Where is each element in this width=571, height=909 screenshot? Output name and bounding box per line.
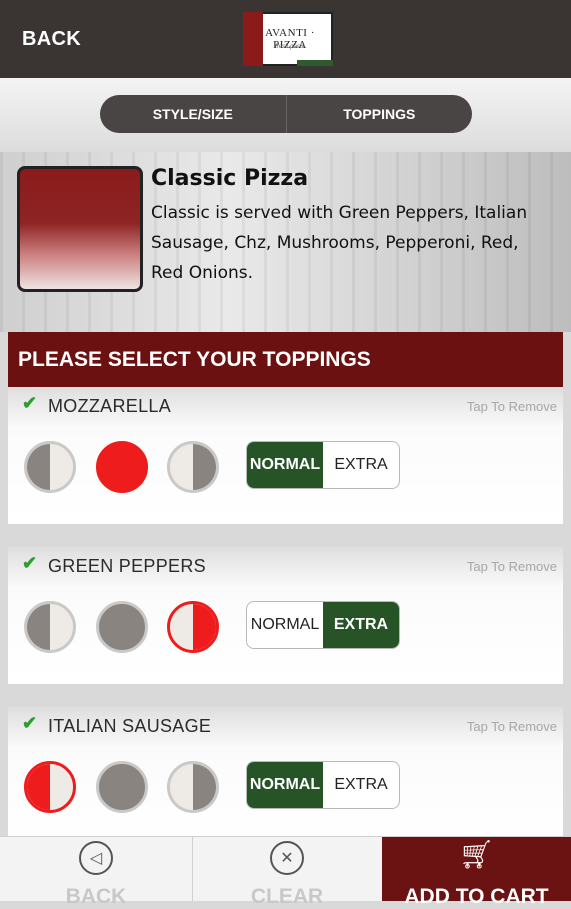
- topping-name: MOZZARELLA: [48, 396, 172, 416]
- back-arrow-icon: ◁: [79, 841, 113, 875]
- toppings-section-title: PLEASE SELECT YOUR TOPPINGS: [8, 332, 563, 387]
- amount-toggle: NORMAL EXTRA: [246, 761, 400, 809]
- left-half-button[interactable]: [24, 601, 76, 653]
- tap-to-remove[interactable]: Tap To Remove: [467, 399, 557, 414]
- back-link[interactable]: BACK: [22, 28, 81, 51]
- clear-x-icon: ✕: [270, 841, 304, 875]
- topping-row-mozzarella: ✔ MOZZARELLA Tap To Remove NORMAL EXTRA: [8, 387, 563, 524]
- amount-toggle: NORMAL EXTRA: [246, 601, 400, 649]
- logo-green-stripe: [297, 60, 333, 66]
- tap-to-remove[interactable]: Tap To Remove: [467, 559, 557, 574]
- extra-option[interactable]: EXTRA: [323, 442, 399, 488]
- topping-row-italian-sausage: ✔ ITALIAN SAUSAGE Tap To Remove NORMAL E…: [8, 707, 563, 844]
- normal-option[interactable]: NORMAL: [247, 762, 323, 808]
- pizza-name: Classic Pizza: [151, 166, 309, 191]
- check-icon: ✔: [22, 393, 38, 413]
- whole-pizza-button[interactable]: [96, 761, 148, 813]
- check-icon: ✔: [22, 553, 38, 573]
- topping-row-green-peppers: ✔ GREEN PEPPERS Tap To Remove NORMAL EXT…: [8, 547, 563, 684]
- check-icon: ✔: [22, 713, 38, 733]
- right-half-button[interactable]: [167, 441, 219, 493]
- segmented-tabs: STYLE/SIZE TOPPINGS: [100, 95, 472, 133]
- left-half-button[interactable]: [24, 761, 76, 813]
- clear-button-label: CLEAR: [250, 885, 324, 908]
- normal-option[interactable]: NORMAL: [247, 602, 323, 648]
- right-half-button[interactable]: [167, 761, 219, 813]
- whole-pizza-button[interactable]: [96, 601, 148, 653]
- add-to-cart-label: ADD TO CART: [404, 885, 549, 908]
- left-half-button[interactable]: [24, 441, 76, 493]
- logo-subtitle: fresh pasta: [275, 44, 305, 50]
- extra-option[interactable]: EXTRA: [323, 602, 399, 648]
- whole-pizza-button[interactable]: [96, 441, 148, 493]
- cart-icon: 🛒︎: [458, 838, 495, 870]
- tab-toppings[interactable]: TOPPINGS: [285, 95, 473, 133]
- extra-option[interactable]: EXTRA: [323, 762, 399, 808]
- restaurant-logo: AVANTI · PIZZA fresh pasta: [243, 12, 333, 66]
- bottom-bar: ◁ BACK ✕ CLEAR 🛒︎ ADD TO CART: [0, 836, 571, 908]
- tap-to-remove[interactable]: Tap To Remove: [467, 719, 557, 734]
- amount-toggle: NORMAL EXTRA: [246, 441, 400, 489]
- tab-style-size[interactable]: STYLE/SIZE: [100, 95, 286, 133]
- back-button[interactable]: ◁ BACK: [0, 837, 193, 908]
- top-bar: BACK AVANTI · PIZZA fresh pasta: [0, 0, 571, 78]
- right-half-button[interactable]: [167, 601, 219, 653]
- pizza-description: Classic is served with Green Peppers, It…: [151, 203, 528, 283]
- topping-name: GREEN PEPPERS: [48, 556, 206, 576]
- back-button-label: BACK: [65, 885, 127, 908]
- normal-option[interactable]: NORMAL: [247, 442, 323, 488]
- clear-button[interactable]: ✕ CLEAR: [192, 837, 382, 908]
- pizza-thumbnail: [17, 166, 143, 292]
- add-to-cart-button[interactable]: 🛒︎ ADD TO CART: [382, 837, 571, 908]
- topping-name: ITALIAN SAUSAGE: [48, 716, 212, 736]
